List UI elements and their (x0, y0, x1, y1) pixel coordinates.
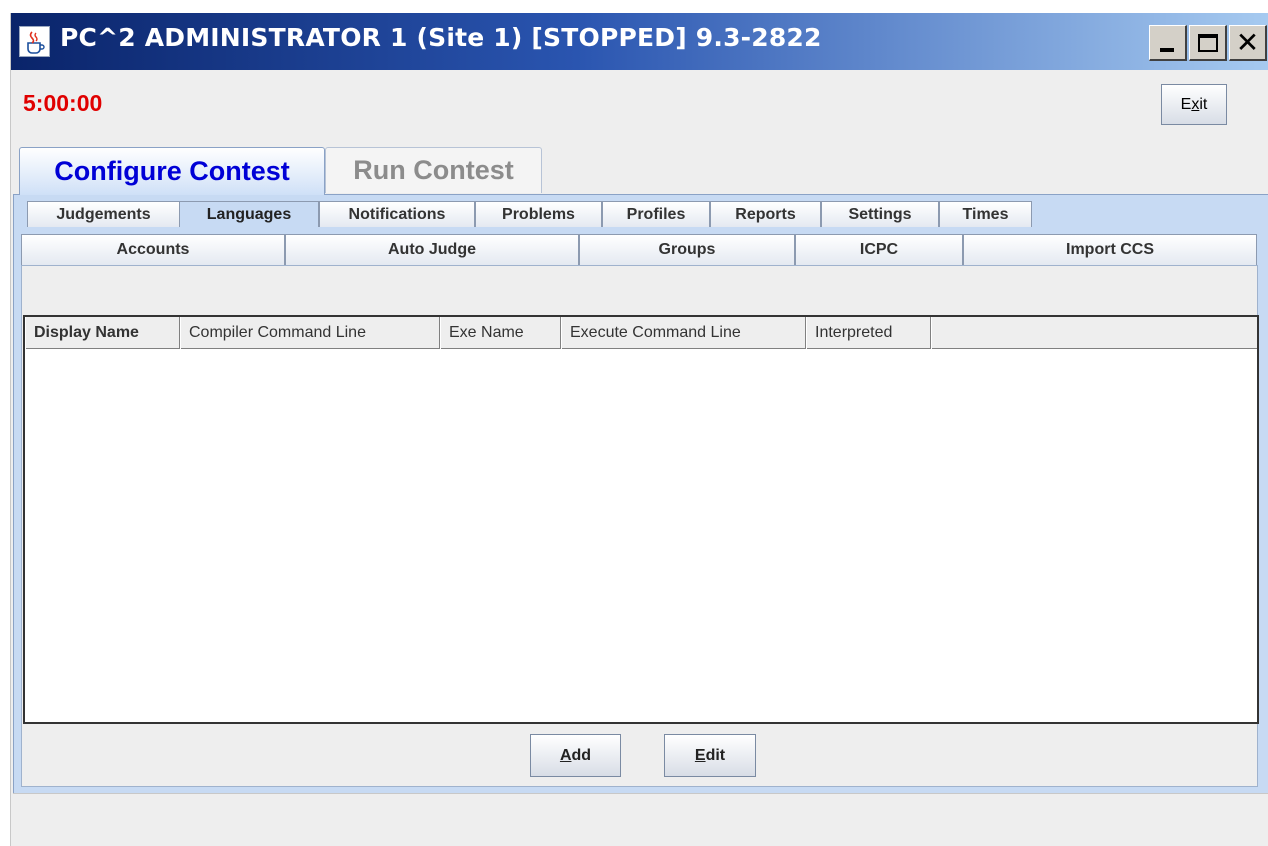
column-compiler-command-line[interactable]: Compiler Command Line (180, 317, 440, 349)
maximize-button[interactable] (1189, 25, 1227, 61)
status-bar (13, 793, 1268, 846)
tab-languages[interactable]: Languages (179, 201, 319, 227)
tab-times[interactable]: Times (939, 201, 1032, 227)
column-exe-name[interactable]: Exe Name (440, 317, 561, 349)
exit-label-start: E (1180, 95, 1192, 113)
exit-button[interactable]: Ex it (1161, 84, 1227, 125)
maximize-icon (1197, 33, 1218, 52)
add-mnemonic: A (559, 746, 572, 764)
edit-label-rest: dit (705, 746, 726, 764)
tab-accounts[interactable]: Accounts (21, 234, 285, 265)
close-icon: ✕ (1235, 25, 1260, 59)
add-button[interactable]: Add (530, 734, 621, 777)
tab-run-contest[interactable]: Run Contest (325, 147, 542, 193)
app-window: PC^2 ADMINISTRATOR 1 (Site 1) [STOPPED] … (10, 13, 1268, 846)
close-button[interactable]: ✕ (1229, 25, 1267, 61)
minimize-icon (1160, 48, 1174, 52)
table-header: Display Name Compiler Command Line Exe N… (25, 317, 1257, 349)
column-interpreted[interactable]: Interpreted (806, 317, 931, 349)
java-coffee-icon (19, 26, 50, 57)
minimize-button[interactable] (1149, 25, 1187, 61)
tab-groups[interactable]: Groups (579, 234, 795, 265)
tab-profiles[interactable]: Profiles (602, 201, 710, 227)
tab-judgements[interactable]: Judgements (27, 201, 180, 227)
languages-table[interactable]: Display Name Compiler Command Line Exe N… (23, 315, 1259, 724)
exit-label-end: it (1199, 95, 1208, 113)
tab-notifications[interactable]: Notifications (319, 201, 475, 227)
column-extra[interactable] (931, 317, 1257, 349)
edit-button[interactable]: Edit (664, 734, 756, 777)
tab-problems[interactable]: Problems (475, 201, 602, 227)
tab-configure-contest[interactable]: Configure Contest (19, 147, 325, 195)
window-title: PC^2 ADMINISTRATOR 1 (Site 1) [STOPPED] … (60, 23, 822, 52)
add-label-rest: dd (571, 746, 592, 764)
tab-import-ccs[interactable]: Import CCS (963, 234, 1257, 265)
tab-settings[interactable]: Settings (821, 201, 939, 227)
contest-clock: 5:00:00 (23, 90, 103, 116)
tab-icpc[interactable]: ICPC (795, 234, 963, 265)
tab-auto-judge[interactable]: Auto Judge (285, 234, 579, 265)
column-display-name[interactable]: Display Name (25, 317, 180, 349)
edit-mnemonic: E (694, 746, 706, 764)
title-bar[interactable]: PC^2 ADMINISTRATOR 1 (Site 1) [STOPPED] … (11, 13, 1268, 70)
tab-reports[interactable]: Reports (710, 201, 821, 227)
exit-mnemonic: x (1191, 95, 1200, 113)
column-execute-command-line[interactable]: Execute Command Line (561, 317, 806, 349)
